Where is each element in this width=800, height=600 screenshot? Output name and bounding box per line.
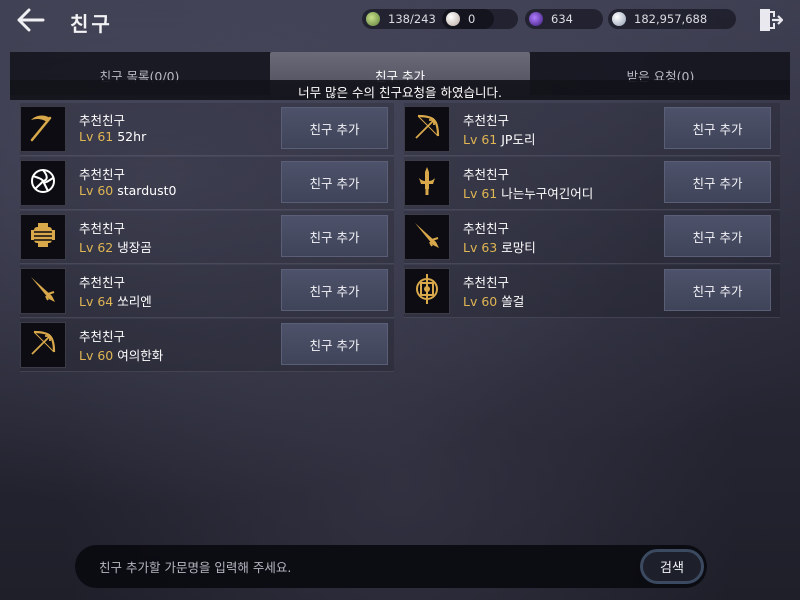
- silver-value: 182,957,688: [634, 12, 708, 26]
- add-friend-button[interactable]: 친구 추가: [281, 107, 388, 149]
- top-bar: 친구 138/243 0 634 182,957,688: [0, 0, 800, 44]
- blade-icon: [26, 272, 60, 310]
- family-name: stardust0: [117, 183, 177, 198]
- add-friend-button[interactable]: 친구 추가: [281, 161, 388, 203]
- recommended-label: 추천친구: [463, 167, 510, 182]
- recommended-label: 추천친구: [463, 113, 510, 128]
- friend-row: 추천친구 Lv 60 여의한화 친구 추가: [20, 319, 394, 372]
- class-avatar: [20, 160, 66, 206]
- class-avatar: [404, 268, 450, 314]
- friend-row: 추천친구 Lv 64 쏘리엔 친구 추가: [20, 265, 394, 318]
- dark-orb-value: 634: [551, 12, 573, 26]
- dark-orb-counter: 634: [525, 9, 603, 29]
- exit-door-icon: [757, 7, 784, 37]
- friend-row: 추천친구 Lv 63 로망티 친구 추가: [404, 211, 780, 264]
- add-friend-button[interactable]: 친구 추가: [281, 215, 388, 257]
- add-friend-button[interactable]: 친구 추가: [664, 269, 771, 311]
- silver-counter: 182,957,688: [608, 9, 736, 29]
- family-name: JP도리: [501, 132, 536, 147]
- level-text: Lv 61: [463, 132, 498, 147]
- level-text: Lv 64: [79, 294, 114, 309]
- level-text: Lv 60: [463, 294, 498, 309]
- exit-button[interactable]: [756, 7, 784, 37]
- class-avatar: [20, 214, 66, 260]
- recommended-label: 추천친구: [79, 221, 126, 236]
- friend-row: 추천친구 Lv 60 쏠걸 친구 추가: [404, 265, 780, 318]
- level-name-line: Lv 63 로망티: [463, 237, 536, 256]
- page-title: 친구: [70, 12, 113, 36]
- level-text: Lv 63: [463, 240, 498, 255]
- family-name-input[interactable]: [99, 557, 629, 577]
- blade-icon: [410, 218, 444, 256]
- level-text: Lv 61: [463, 186, 498, 201]
- level-text: Lv 60: [79, 183, 114, 198]
- family-name: 여의한화: [117, 348, 164, 363]
- recommended-label: 추천친구: [463, 221, 510, 236]
- energy-icon: [366, 12, 380, 26]
- search-button[interactable]: 검색: [640, 549, 704, 584]
- family-name: 나는누구여긴어디: [501, 186, 594, 201]
- family-name: 냉장곰: [117, 240, 152, 255]
- level-text: Lv 61: [79, 129, 114, 144]
- family-name: 로망티: [501, 240, 536, 255]
- pearl-counter: 0: [442, 9, 518, 29]
- add-friend-button[interactable]: 친구 추가: [664, 215, 771, 257]
- notice-message: 너무 많은 수의 친구요청을 하였습니다.: [10, 80, 790, 100]
- recommended-label: 추천친구: [463, 275, 510, 290]
- family-name: 52hr: [117, 129, 147, 144]
- bow-icon: [410, 110, 444, 148]
- add-friend-button[interactable]: 친구 추가: [664, 161, 771, 203]
- level-name-line: Lv 61 52hr: [79, 129, 146, 144]
- level-name-line: Lv 61 JP도리: [463, 129, 535, 148]
- class-avatar: [404, 214, 450, 260]
- add-friend-button[interactable]: 친구 추가: [281, 323, 388, 365]
- level-name-line: Lv 61 나는누구여긴어디: [463, 183, 593, 202]
- level-text: Lv 60: [79, 348, 114, 363]
- friend-row: 추천친구 Lv 61 52hr 친구 추가: [20, 103, 394, 156]
- class-avatar: [20, 322, 66, 368]
- class-avatar: [404, 106, 450, 152]
- back-arrow-icon: [17, 8, 45, 36]
- level-name-line: Lv 60 stardust0: [79, 183, 176, 198]
- class-avatar: [404, 160, 450, 206]
- add-friend-button[interactable]: 친구 추가: [281, 269, 388, 311]
- bow-icon: [26, 326, 60, 364]
- friend-row: 추천친구 Lv 62 냉장곰 친구 추가: [20, 211, 394, 264]
- add-friend-button[interactable]: 친구 추가: [664, 107, 771, 149]
- class-avatar: [20, 268, 66, 314]
- shield-orb-icon: [410, 272, 444, 310]
- scythe-icon: [26, 110, 60, 148]
- search-bar: 검색: [75, 545, 707, 588]
- level-name-line: Lv 60 여의한화: [79, 345, 163, 364]
- energy-value: 138/243: [388, 12, 436, 26]
- recommended-label: 추천친구: [79, 329, 126, 344]
- pearl-value: 0: [468, 12, 476, 26]
- pearl-icon: [446, 12, 460, 26]
- back-button[interactable]: [14, 6, 48, 38]
- spiral-flower-icon: [26, 164, 60, 202]
- gauntlet-icon: [26, 218, 60, 256]
- dark-orb-icon: [529, 12, 543, 26]
- silver-coin-icon: [612, 12, 626, 26]
- level-name-line: Lv 60 쏠걸: [463, 291, 524, 310]
- level-name-line: Lv 64 쏘리엔: [79, 291, 152, 310]
- friend-row: 추천친구 Lv 61 JP도리 친구 추가: [404, 103, 780, 156]
- recommended-label: 추천친구: [79, 167, 126, 182]
- friend-row: 추천친구 Lv 60 stardust0 친구 추가: [20, 157, 394, 210]
- recommended-label: 추천친구: [79, 113, 126, 128]
- recommended-label: 추천친구: [79, 275, 126, 290]
- family-name: 쏘리엔: [117, 294, 152, 309]
- level-name-line: Lv 62 냉장곰: [79, 237, 152, 256]
- sword-icon: [410, 164, 444, 202]
- level-text: Lv 62: [79, 240, 114, 255]
- friend-row: 추천친구 Lv 61 나는누구여긴어디 친구 추가: [404, 157, 780, 210]
- class-avatar: [20, 106, 66, 152]
- family-name: 쏠걸: [501, 294, 525, 309]
